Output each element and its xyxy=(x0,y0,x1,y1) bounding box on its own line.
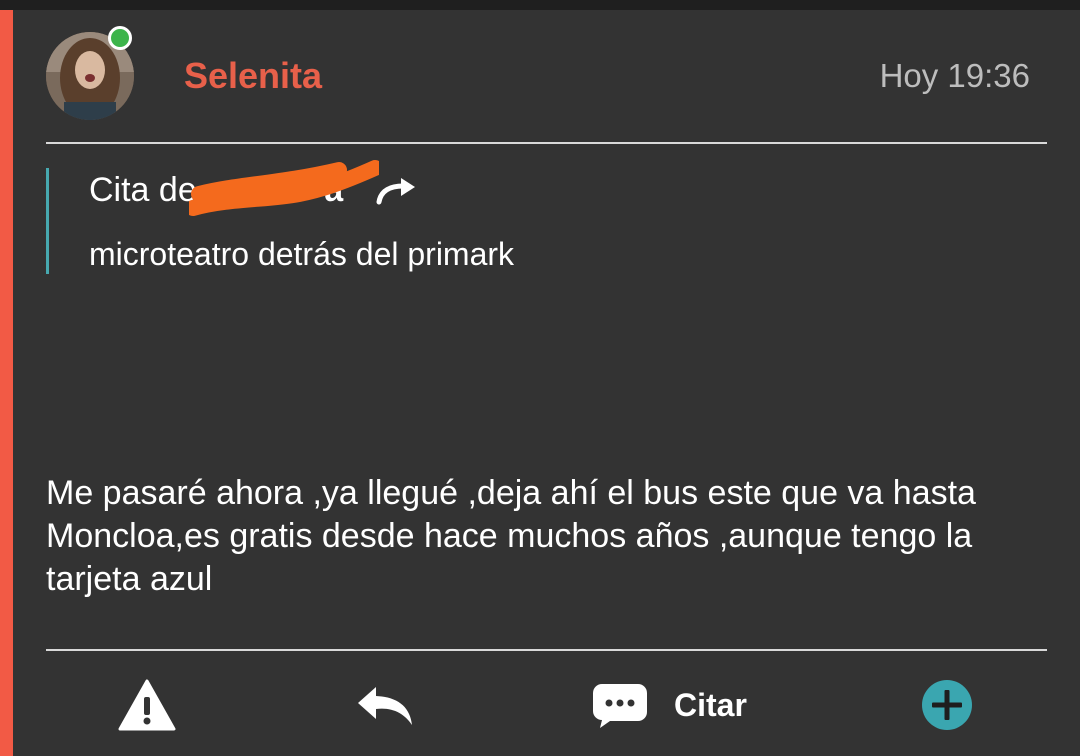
online-status-dot xyxy=(108,26,132,50)
header-divider xyxy=(46,142,1047,144)
reply-icon xyxy=(358,687,412,725)
quote-button-label: Citar xyxy=(674,686,747,723)
message-body: Me pasaré ahora ,ya llegué ,deja ahí el … xyxy=(46,474,976,598)
more-button[interactable] xyxy=(920,674,974,736)
plus-circle-icon xyxy=(922,680,972,730)
report-button[interactable] xyxy=(118,674,176,736)
quote-block: Cita de a microteatro detrás del primark xyxy=(46,160,949,274)
username[interactable]: Selenita xyxy=(184,54,322,98)
footer-divider xyxy=(46,649,1047,651)
warning-icon xyxy=(118,679,176,731)
chat-bubble-icon xyxy=(593,684,647,728)
quote-button[interactable]: Citar xyxy=(592,674,747,736)
quote-text: microteatro detrás del primark xyxy=(89,236,515,272)
go-to-quote-icon[interactable] xyxy=(375,176,419,206)
reply-button[interactable] xyxy=(356,674,414,736)
redaction-scribble xyxy=(189,160,379,216)
post-card: Selenita Hoy 19:36 Cita de a microteatro… xyxy=(0,10,1080,756)
top-strip xyxy=(0,0,1080,10)
accent-bar xyxy=(0,10,13,756)
post-timestamp: Hoy 19:36 xyxy=(879,57,1030,94)
